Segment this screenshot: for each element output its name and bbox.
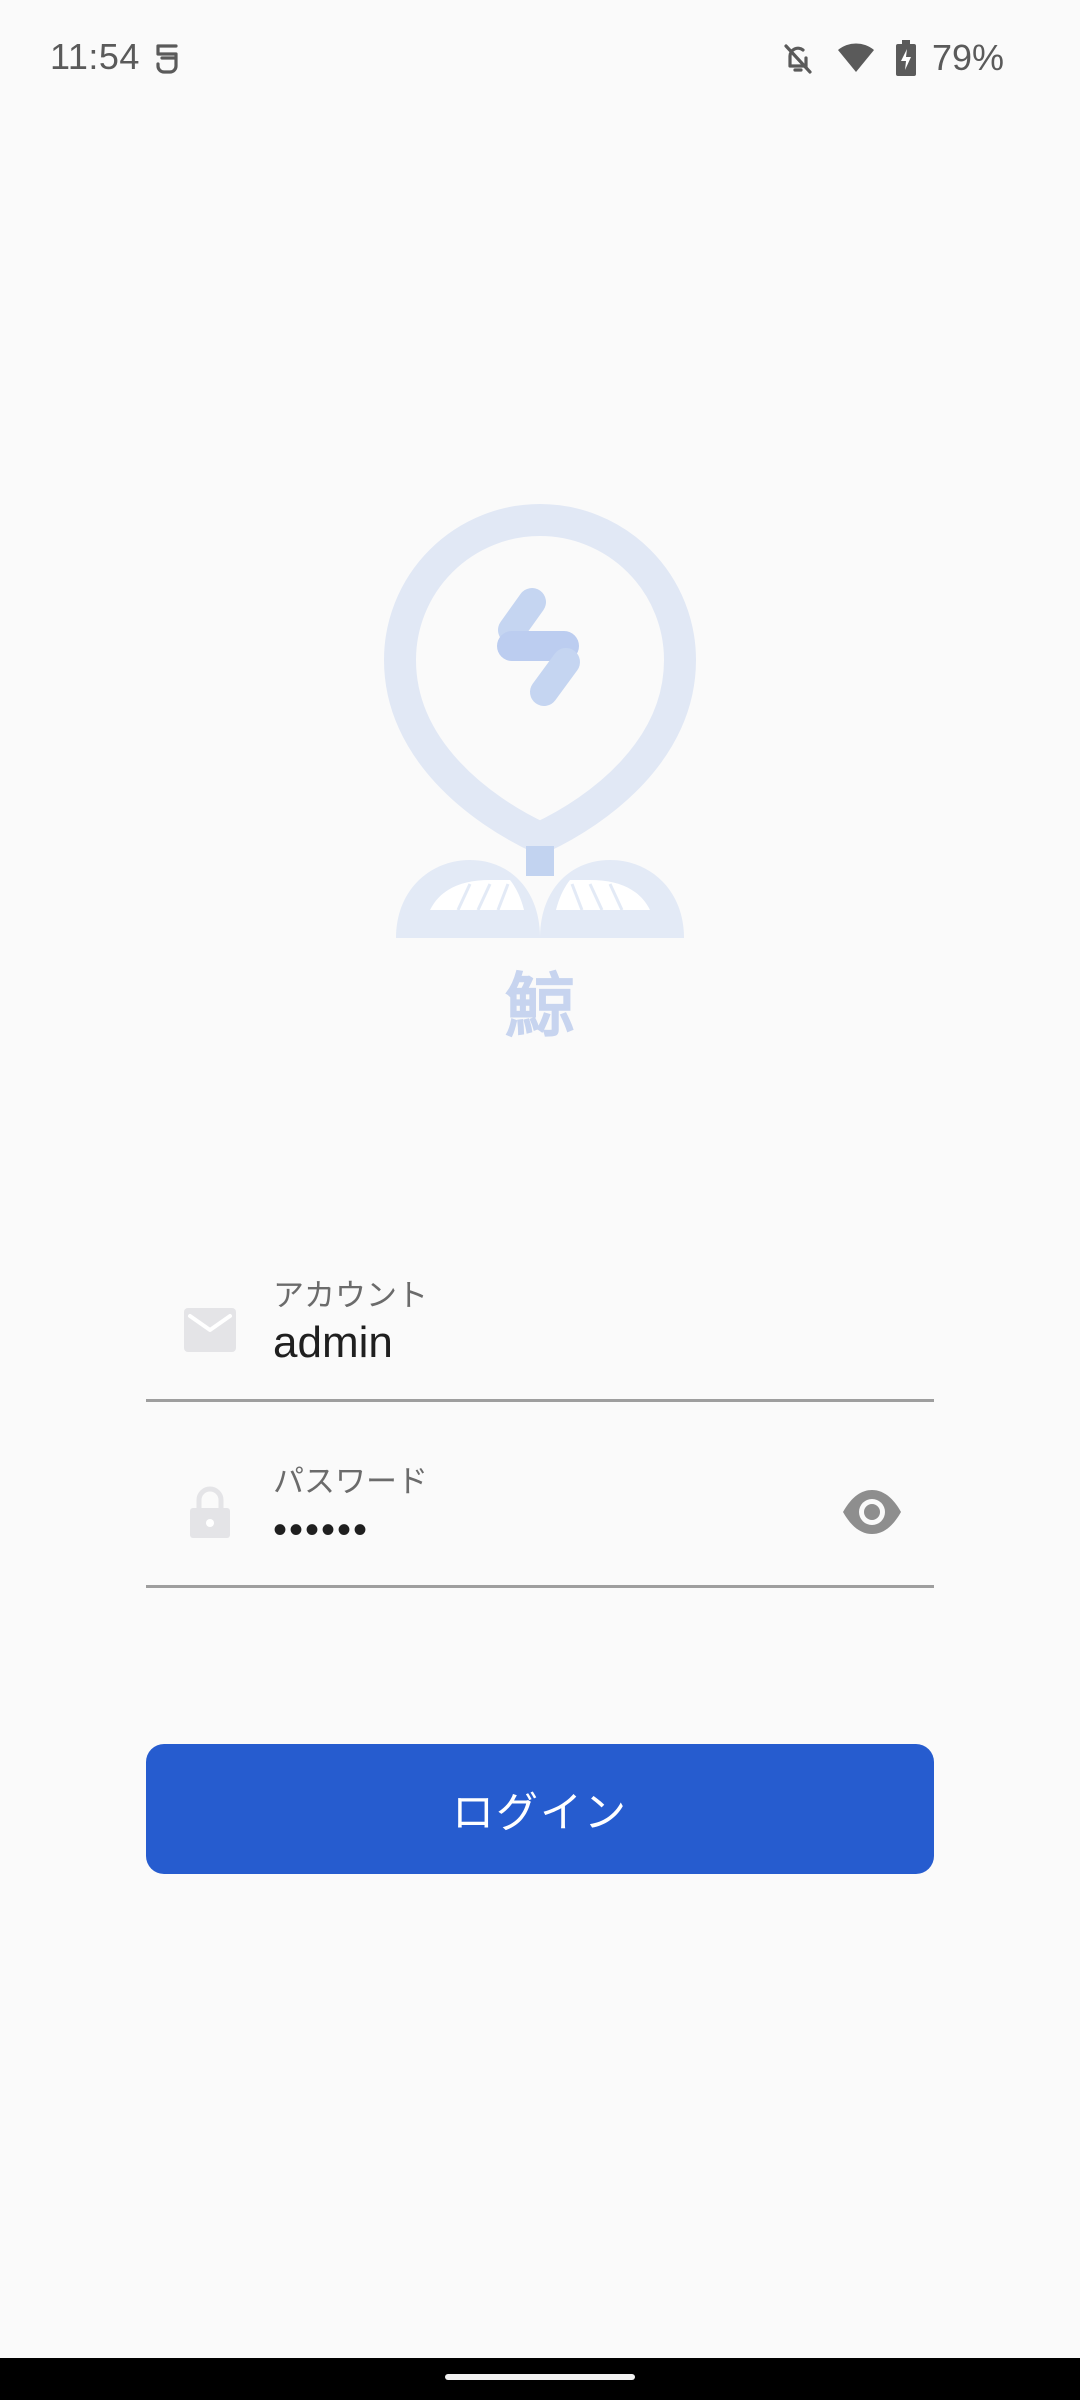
status-bar: 11:54 79% <box>0 0 1080 118</box>
login-screen: 11:54 79% 鯨 アカウント admin パスワード •••••• ログイ… <box>0 0 1080 2400</box>
account-underline <box>146 1399 934 1402</box>
login-button[interactable]: ログイン <box>146 1744 934 1874</box>
logo-character: 鯨 <box>505 965 575 1047</box>
password-input[interactable]: •••••• <box>273 1508 369 1553</box>
wifi-icon <box>837 43 874 72</box>
account-field[interactable]: アカウント admin <box>146 1222 934 1402</box>
whale-logo-icon <box>383 504 697 938</box>
notifications-off-icon <box>784 44 812 74</box>
assistant-notification-icon <box>156 44 178 74</box>
mail-icon <box>184 1308 236 1352</box>
status-time: 11:54 <box>50 36 140 77</box>
battery-charging-icon <box>895 40 916 76</box>
eye-icon[interactable] <box>840 1480 904 1544</box>
password-label: パスワード <box>273 1464 428 1500</box>
account-input[interactable]: admin <box>273 1318 393 1368</box>
navigation-bar <box>0 2358 1080 2400</box>
home-gesture-handle[interactable] <box>445 2374 635 2380</box>
status-icons: 79% <box>778 34 1004 82</box>
battery-percent: 79% <box>931 37 1004 78</box>
account-label: アカウント <box>273 1278 428 1314</box>
lock-icon <box>190 1486 230 1538</box>
password-underline <box>146 1585 934 1588</box>
app-logo: 鯨 <box>340 470 740 1050</box>
password-field[interactable]: パスワード •••••• <box>146 1408 934 1588</box>
